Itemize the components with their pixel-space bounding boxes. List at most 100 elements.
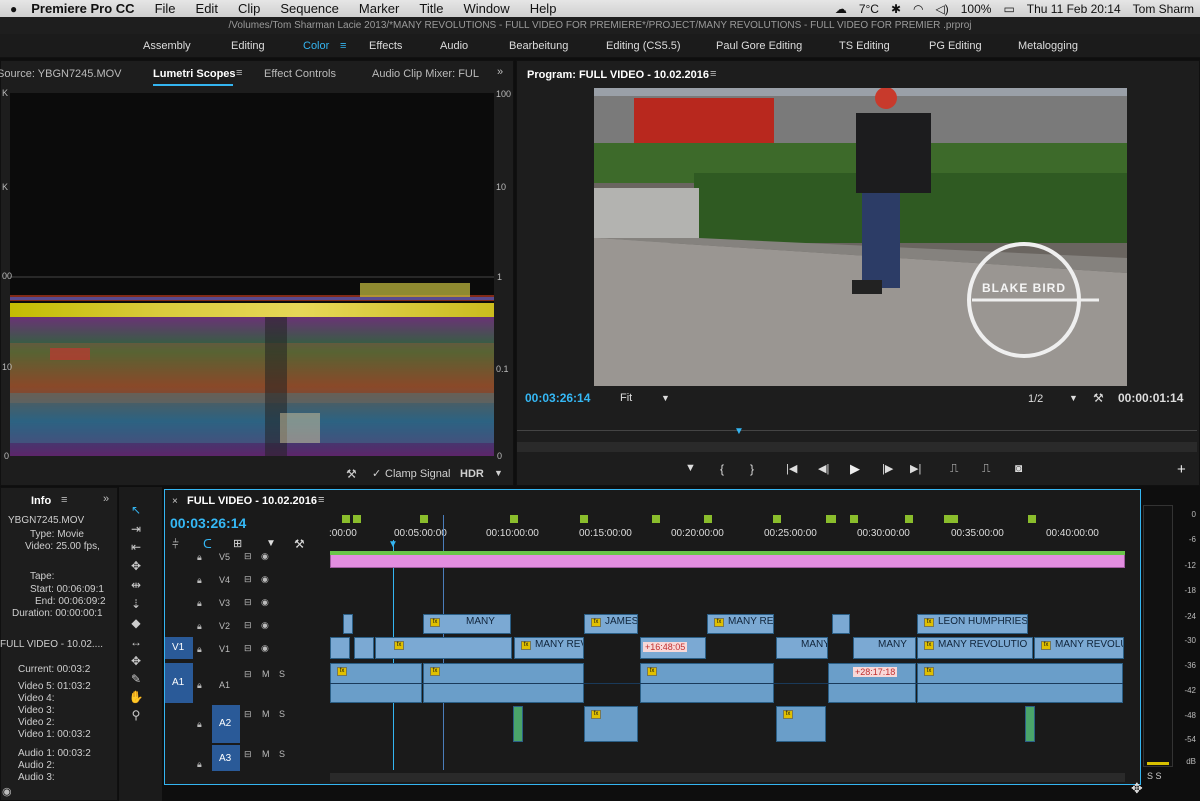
resolution-chevron-down-icon[interactable]: ▼: [1069, 393, 1078, 403]
track-select-tool-icon[interactable]: ⇥: [128, 522, 144, 538]
video-clip[interactable]: [832, 614, 850, 634]
timeline-timecode[interactable]: 00:03:26:14: [170, 515, 246, 531]
panel-menu-icon[interactable]: ≡: [236, 67, 242, 79]
timeline-scrollbar[interactable]: [330, 773, 1125, 782]
sequence-tab[interactable]: FULL VIDEO - 10.02.2016: [187, 495, 317, 507]
program-playhead-icon[interactable]: ▼: [734, 426, 744, 437]
extract-icon[interactable]: ⎍: [982, 461, 990, 476]
timeline-marker[interactable]: [826, 515, 836, 523]
program-menu-icon[interactable]: ≡: [710, 68, 716, 80]
pen-tool-icon[interactable]: ✥: [128, 654, 144, 670]
mark-out-icon[interactable]: }: [750, 462, 754, 476]
menu-file[interactable]: File: [155, 1, 176, 16]
bluetooth-icon[interactable]: ✱: [891, 2, 901, 16]
program-monitor-title[interactable]: Program: FULL VIDEO - 10.02.2016: [527, 69, 709, 81]
wrench-icon[interactable]: ⚒: [346, 467, 357, 481]
slip-tool-icon[interactable]: ◆: [128, 616, 144, 632]
workspace-ts-editing[interactable]: TS Editing: [839, 40, 890, 52]
menu-help[interactable]: Help: [530, 1, 557, 16]
video-clip[interactable]: fx MANY REVOLUTIO: [917, 637, 1033, 659]
video-clip[interactable]: MANY: [853, 637, 916, 659]
ripple-edit-tool-icon[interactable]: ⇤: [128, 540, 144, 556]
workspace-assembly[interactable]: Assembly: [143, 40, 191, 52]
fit-dropdown[interactable]: Fit: [620, 392, 632, 404]
app-menu[interactable]: Premiere Pro CC: [31, 1, 134, 16]
close-sequence-icon[interactable]: ×: [172, 496, 178, 507]
menubar-clock[interactable]: Thu 11 Feb 20:14: [1027, 2, 1121, 16]
video-clip[interactable]: fx JAMES: [584, 614, 638, 634]
eye-v4-icon[interactable]: ◉: [261, 574, 269, 585]
timeline-settings-icon[interactable]: ⚒: [294, 537, 305, 551]
tab-source[interactable]: Source: YBGN7245.MOV: [0, 68, 122, 80]
snap-icon[interactable]: ᑕ: [203, 537, 212, 551]
weather-icon[interactable]: ☁: [835, 2, 847, 16]
sync-a3-icon[interactable]: ⊟: [244, 749, 252, 760]
volume-icon[interactable]: ◁): [936, 2, 949, 16]
workspace-menu-icon[interactable]: ≡: [340, 40, 346, 52]
tab-effect-controls[interactable]: Effect Controls: [264, 68, 336, 80]
video-clip[interactable]: fx MANY REVOLU: [1034, 637, 1124, 659]
rate-stretch-tool-icon[interactable]: ⇹: [128, 578, 144, 594]
source-patch-v1[interactable]: V1: [165, 637, 193, 659]
battery-icon[interactable]: ▭: [1003, 2, 1014, 16]
export-frame-icon[interactable]: ◙: [1015, 461, 1022, 475]
eye-v1-icon[interactable]: ◉: [261, 643, 269, 654]
workspace-editing[interactable]: Editing: [231, 40, 265, 52]
video-clip[interactable]: fx: [375, 637, 512, 659]
workspace-metalogging[interactable]: Metalogging: [1018, 40, 1078, 52]
hand-tool-icon[interactable]: ✎: [128, 672, 144, 688]
solo-a3[interactable]: S: [279, 749, 285, 759]
menu-clip[interactable]: Clip: [238, 1, 260, 16]
menu-title[interactable]: Title: [419, 1, 443, 16]
workspace-effects[interactable]: Effects: [369, 40, 402, 52]
lock-a3-icon[interactable]: 🔒︎: [197, 759, 202, 770]
timeline-marker[interactable]: [420, 515, 428, 523]
solo-a1[interactable]: S: [279, 669, 285, 679]
workspace-color[interactable]: Color: [303, 40, 329, 52]
sync-v1-icon[interactable]: ⊟: [244, 643, 252, 654]
lock-a1-icon[interactable]: 🔒︎: [197, 680, 202, 691]
timeline-marker[interactable]: [905, 515, 913, 523]
apple-icon[interactable]: ●: [10, 2, 17, 16]
menu-window[interactable]: Window: [463, 1, 509, 16]
workspace-audio[interactable]: Audio: [440, 40, 468, 52]
clamp-signal-checkbox[interactable]: ✓: [372, 467, 381, 480]
timeline-marker[interactable]: [1028, 515, 1036, 523]
lock-v2-icon[interactable]: 🔒︎: [197, 621, 202, 632]
timeline-marker[interactable]: [652, 515, 660, 523]
workspace-bearbeitung[interactable]: Bearbeitung: [509, 40, 568, 52]
workspace-paul-gore-editing[interactable]: Paul Gore Editing: [716, 40, 802, 52]
info-more-icon[interactable]: »: [103, 493, 109, 505]
workspace-editing-cs55[interactable]: Editing (CS5.5): [606, 40, 681, 52]
lift-icon[interactable]: ⎍: [950, 461, 958, 476]
user-name[interactable]: Tom Sharm: [1133, 2, 1194, 16]
info-menu-icon[interactable]: ≡: [61, 494, 67, 506]
step-forward-icon[interactable]: |▶: [882, 462, 893, 475]
menu-edit[interactable]: Edit: [196, 1, 218, 16]
audio-clip[interactable]: fx: [776, 706, 826, 742]
video-clip[interactable]: MANY: [776, 637, 828, 659]
tab-info[interactable]: Info: [31, 495, 51, 507]
video-clip[interactable]: [354, 637, 374, 659]
audio-clip[interactable]: fx: [584, 706, 638, 742]
mute-a2[interactable]: M: [262, 709, 270, 719]
sync-v4-icon[interactable]: ⊟: [244, 574, 252, 585]
mute-a1[interactable]: M: [262, 669, 270, 679]
solo-a2[interactable]: S: [279, 709, 285, 719]
video-clip[interactable]: +16:48:05: [640, 637, 706, 659]
video-clip[interactable]: fx MANY RE: [707, 614, 774, 634]
sync-v2-icon[interactable]: ⊟: [244, 620, 252, 631]
program-settings-icon[interactable]: ⚒: [1093, 391, 1104, 405]
lock-v3-icon[interactable]: 🔒︎: [197, 598, 202, 609]
step-back-icon[interactable]: ◀|: [818, 462, 829, 475]
eye-v3-icon[interactable]: ◉: [261, 597, 269, 608]
rolling-edit-tool-icon[interactable]: ✥: [128, 559, 144, 575]
sync-a1-icon[interactable]: ⊟: [244, 669, 252, 680]
meter-solo-buttons[interactable]: S S: [1147, 771, 1162, 781]
add-marker-timeline-icon[interactable]: ▼: [266, 538, 276, 549]
more-tabs-icon[interactable]: »: [497, 66, 503, 78]
program-zoom-bar[interactable]: [517, 442, 1197, 452]
sync-v5-icon[interactable]: ⊟: [244, 551, 252, 562]
button-editor-plus-icon[interactable]: +: [1177, 461, 1186, 478]
insert-nest-icon[interactable]: ⫩: [172, 537, 179, 552]
